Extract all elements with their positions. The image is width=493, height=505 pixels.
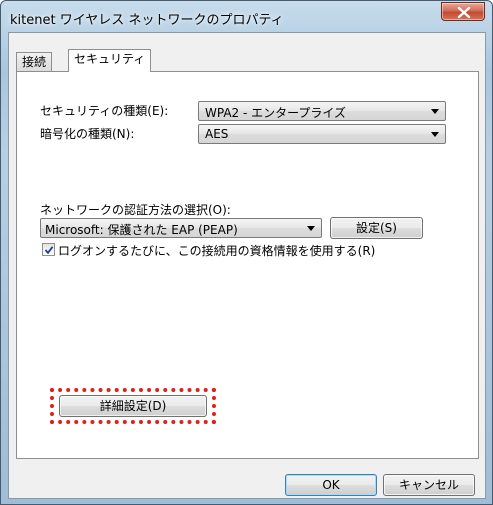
advanced-settings-button[interactable]: 詳細設定(D): [59, 395, 207, 417]
close-x-icon: [457, 7, 471, 18]
chevron-down-icon: [307, 226, 315, 231]
chevron-down-icon: [431, 132, 439, 137]
auth-method-label: ネットワークの認証方法の選択(O):: [40, 203, 231, 217]
ok-button[interactable]: OK: [285, 474, 377, 496]
auth-settings-button[interactable]: 設定(S): [330, 217, 423, 239]
properties-dialog: kitenet ワイヤレス ネットワークのプロパティ 接続 セキュリティ セキュ…: [0, 0, 493, 505]
chevron-down-icon: [431, 109, 439, 114]
encryption-type-label: 暗号化の種類(N):: [40, 127, 135, 141]
security-type-value: WPA2 - エンタープライズ: [205, 106, 347, 120]
tab-connection[interactable]: 接続: [16, 52, 53, 71]
window-title: kitenet ワイヤレス ネットワークのプロパティ: [10, 13, 284, 28]
security-type-dropdown[interactable]: WPA2 - エンタープライズ: [198, 101, 446, 121]
security-type-label: セキュリティの種類(E):: [40, 104, 169, 118]
security-tab-panel: セキュリティの種類(E): WPA2 - エンタープライズ 暗号化の種類(N):…: [16, 71, 479, 459]
auth-method-dropdown[interactable]: Microsoft: 保護された EAP (PEAP): [40, 218, 322, 238]
tab-security[interactable]: セキュリティ: [68, 49, 152, 72]
checkmark-icon: [44, 246, 54, 255]
dialog-client-area: 接続 セキュリティ セキュリティの種類(E): WPA2 - エンタープライズ …: [8, 32, 486, 499]
auth-method-value: Microsoft: 保護された EAP (PEAP): [45, 223, 238, 237]
remember-credentials-checkbox[interactable]: [42, 243, 55, 256]
close-button[interactable]: [441, 2, 485, 21]
cancel-button[interactable]: キャンセル: [383, 474, 475, 496]
title-bar[interactable]: kitenet ワイヤレス ネットワークのプロパティ: [1, 1, 492, 35]
remember-credentials-label: ログオンするたびに、この接続用の資格情報を使用する(R): [58, 244, 376, 258]
encryption-type-dropdown[interactable]: AES: [198, 124, 446, 144]
encryption-type-value: AES: [205, 127, 229, 141]
